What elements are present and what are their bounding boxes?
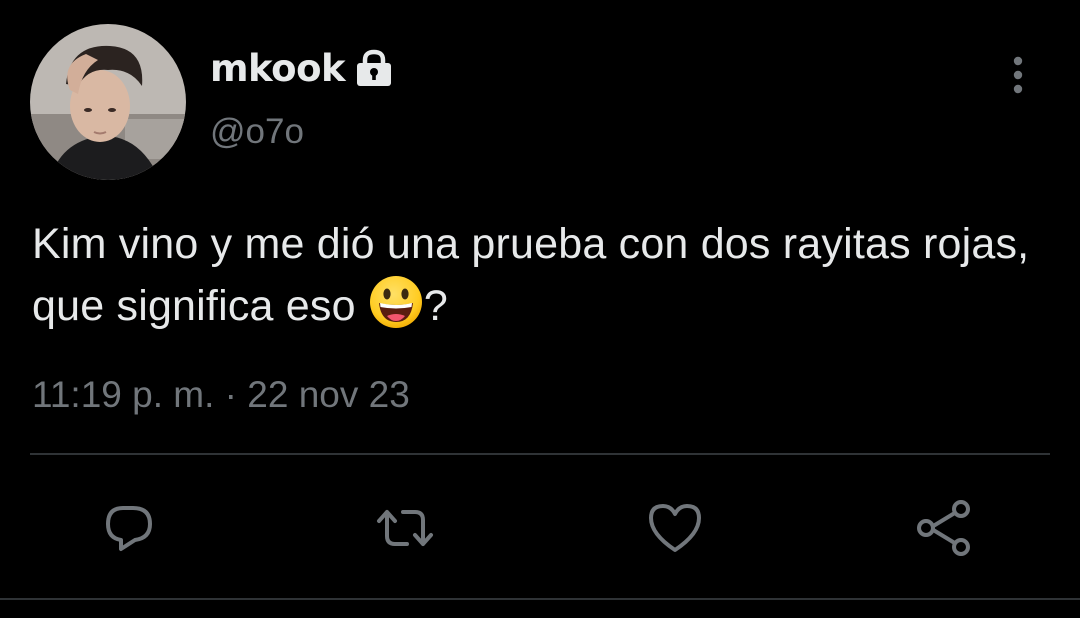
like-button[interactable]	[645, 498, 705, 558]
heart-icon	[649, 504, 701, 552]
timestamp-row: 11:19 p. m. · 22 nov 23	[32, 374, 410, 416]
tweet-text-end: ?	[423, 282, 448, 330]
author-handle[interactable]: @o7o	[210, 112, 304, 152]
more-options-button[interactable]	[998, 52, 1038, 98]
divider	[30, 453, 1050, 455]
timestamp-separator: ·	[224, 374, 237, 415]
tweet-time[interactable]: 11:19 p. m.	[32, 374, 214, 415]
reply-icon	[106, 506, 152, 551]
profile-photo	[30, 24, 186, 180]
avatar[interactable]	[30, 24, 186, 180]
grinning-face-emoji-icon	[368, 274, 424, 330]
tweet-date[interactable]: 22 nov 23	[247, 374, 410, 415]
display-name[interactable]: mkook	[210, 47, 346, 90]
more-vertical-icon	[1013, 56, 1023, 94]
retweet-button[interactable]	[375, 498, 435, 558]
tweet-text: Kim vino y me dió una prueba con dos ray…	[32, 214, 1042, 336]
reply-button[interactable]	[99, 498, 159, 558]
retweet-icon	[377, 510, 433, 546]
author-name-row: mkook	[210, 42, 395, 94]
share-icon	[917, 500, 970, 556]
bottom-divider	[0, 598, 1080, 600]
tweet-text-main: Kim vino y me dió una prueba con dos ray…	[32, 220, 1030, 330]
lock-icon	[353, 48, 395, 88]
share-button[interactable]	[914, 498, 974, 558]
